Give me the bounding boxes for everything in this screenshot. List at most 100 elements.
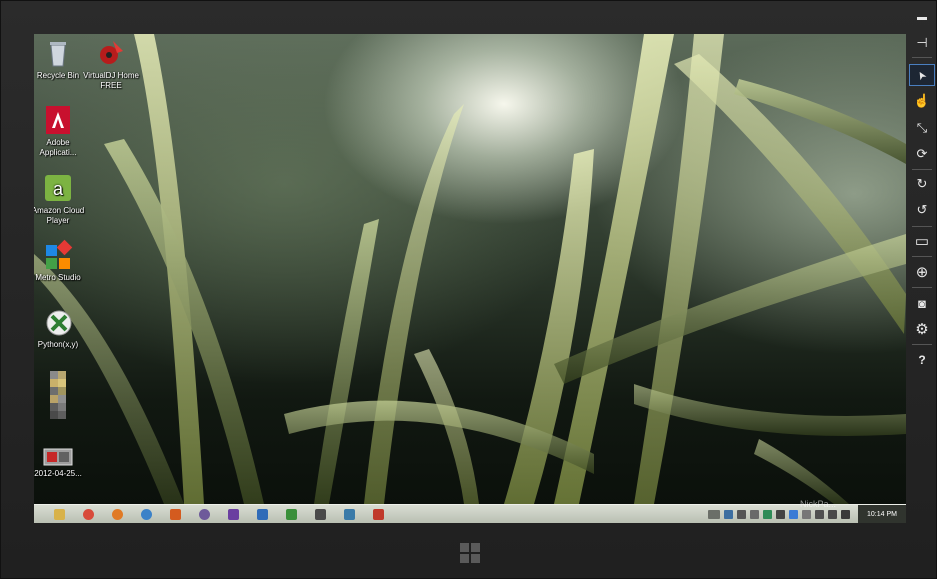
taskbar-app-file-explorer[interactable] <box>48 506 70 523</box>
settings-button[interactable]: ⚙ <box>909 318 935 340</box>
tray-app-icon-1[interactable] <box>724 510 733 519</box>
taskbar-app-matlab[interactable] <box>164 506 186 523</box>
pin-icon: ⊣ <box>916 35 928 50</box>
rotate-clockwise-icon: ↻ <box>916 176 928 191</box>
visual-studio-icon <box>227 508 239 520</box>
touch-icon: ☝ <box>913 93 931 108</box>
minimize-icon: ▬ <box>917 11 927 23</box>
grass-wallpaper <box>34 34 906 504</box>
location-icon: ⊕ <box>915 264 929 281</box>
pinch-zoom-button[interactable]: ⤡ <box>909 117 935 139</box>
matlab-icon <box>169 508 181 520</box>
toolbar-divider <box>912 57 932 58</box>
taskbar-app-visual-studio[interactable] <box>222 506 244 523</box>
app-icon-12 <box>372 508 384 520</box>
desktop-icon-metro-studio[interactable]: Metro Studio <box>34 239 89 283</box>
toolbar-divider <box>912 169 932 170</box>
tray-watermark: NickPa... <box>799 499 836 509</box>
desktop-icon-blurred[interactable] <box>34 371 89 421</box>
change-resolution-button[interactable]: ▭ <box>909 230 935 252</box>
toolbar-divider <box>912 287 932 288</box>
taskbar-clock[interactable]: 10:14 PM <box>858 505 906 523</box>
app-icon-10 <box>314 508 326 520</box>
taskbar-app-firefox[interactable] <box>106 506 128 523</box>
tray-app-icon-7[interactable] <box>802 510 811 519</box>
python-xy-icon <box>42 306 74 338</box>
desktop-icon-adobe[interactable]: Adobe Applicati... <box>34 104 89 158</box>
system-tray: NickPa... 10:14 PM <box>708 499 906 523</box>
taskbar-app-internet-explorer[interactable] <box>135 506 157 523</box>
virtualdj-icon <box>95 37 127 69</box>
pinch-icon: ⤡ <box>916 120 928 135</box>
app-icon-6 <box>198 508 210 520</box>
settings-icon: ⚙ <box>915 321 929 338</box>
help-button[interactable]: ? <box>909 349 935 371</box>
pin-button[interactable]: ⊣ <box>909 32 935 54</box>
resolution-icon: ▭ <box>914 233 930 250</box>
desktop-screen[interactable]: Recycle Bin VirtualDJ Home FREE Adobe Ap… <box>34 34 906 523</box>
recycle-bin-icon <box>42 37 74 69</box>
rotate-gesture-icon: ⟳ <box>916 146 928 161</box>
rotate-counterclockwise-button[interactable]: ↺ <box>909 199 935 221</box>
camera-icon: ◙ <box>918 295 926 311</box>
file-explorer-icon <box>53 508 65 520</box>
toolbar-divider <box>912 344 932 345</box>
windows-logo-icon <box>471 554 480 563</box>
volume-icon[interactable] <box>841 510 850 519</box>
set-location-button[interactable]: ⊕ <box>909 261 935 283</box>
windows-logo-icon <box>471 543 480 552</box>
taskbar-app-10[interactable] <box>309 506 331 523</box>
toolbar-divider <box>912 226 932 227</box>
tray-app-icon-5[interactable] <box>776 510 785 519</box>
pointer-icon: ➤ <box>914 67 930 82</box>
metro-studio-icon <box>42 239 74 271</box>
touch-mode-button[interactable]: ☝ <box>909 90 935 112</box>
keyboard-icon[interactable] <box>708 510 720 519</box>
toolbar-divider <box>912 256 932 257</box>
image-file-icon <box>42 447 74 467</box>
taskbar-app-11[interactable] <box>338 506 360 523</box>
windows-button[interactable] <box>459 542 481 564</box>
internet-explorer-icon <box>140 508 152 520</box>
app-icon-11 <box>343 508 355 520</box>
taskbar: NickPa... 10:14 PM <box>34 499 906 523</box>
rotate-clockwise-button[interactable]: ↻ <box>909 173 935 195</box>
windows-logo-icon <box>460 543 469 552</box>
taskbar-app-12[interactable] <box>367 506 389 523</box>
desktop-icon-label: VirtualDJ Home FREE <box>83 71 139 90</box>
firefox-icon <box>111 508 123 520</box>
minimize-button[interactable]: ▬ <box>909 6 935 28</box>
flag-icon[interactable] <box>815 510 824 519</box>
desktop-icon-label: Adobe Applicati... <box>39 138 77 157</box>
desktop-icon-image-file[interactable]: 2012-04-25... <box>34 447 89 479</box>
desktop-icon-python-xy[interactable]: Python(x,y) <box>34 306 89 350</box>
app-icon-9 <box>285 508 297 520</box>
taskbar-app-chrome[interactable] <box>77 506 99 523</box>
desktop-icon-virtualdj[interactable]: VirtualDJ Home FREE <box>80 37 142 91</box>
chrome-icon <box>82 508 94 520</box>
svg-text:a: a <box>53 179 64 199</box>
desktop-icon-label: Python(x,y) <box>37 340 79 349</box>
taskbar-app-8[interactable] <box>251 506 273 523</box>
tray-app-icon-2[interactable] <box>737 510 746 519</box>
desktop-icon-label: Amazon Cloud Player <box>34 206 85 225</box>
app-icon-8 <box>256 508 268 520</box>
network-icon[interactable] <box>828 510 837 519</box>
amazon-icon: a <box>42 172 74 204</box>
screenshot-button[interactable]: ◙ <box>909 292 935 314</box>
windows-logo-icon <box>460 554 469 563</box>
tray-app-icon-4[interactable] <box>763 510 772 519</box>
tray-app-icon-6[interactable] <box>789 510 798 519</box>
taskbar-app-6[interactable] <box>193 506 215 523</box>
blurred-file-icon <box>44 371 72 419</box>
taskbar-app-9[interactable] <box>280 506 302 523</box>
desktop-icon-amazon-cloud-player[interactable]: a Amazon Cloud Player <box>34 172 89 226</box>
adobe-icon <box>42 104 74 136</box>
mouse-mode-button[interactable]: ➤ <box>909 64 935 86</box>
tray-app-icon-3[interactable] <box>750 510 759 519</box>
desktop-icon-label: Metro Studio <box>35 273 81 282</box>
desktop-icon-label: 2012-04-25... <box>34 469 82 478</box>
simulator-frame: Recycle Bin VirtualDJ Home FREE Adobe Ap… <box>0 0 937 579</box>
rotate-counterclockwise-icon: ↺ <box>916 202 928 217</box>
rotation-gesture-button[interactable]: ⟳ <box>909 143 935 165</box>
